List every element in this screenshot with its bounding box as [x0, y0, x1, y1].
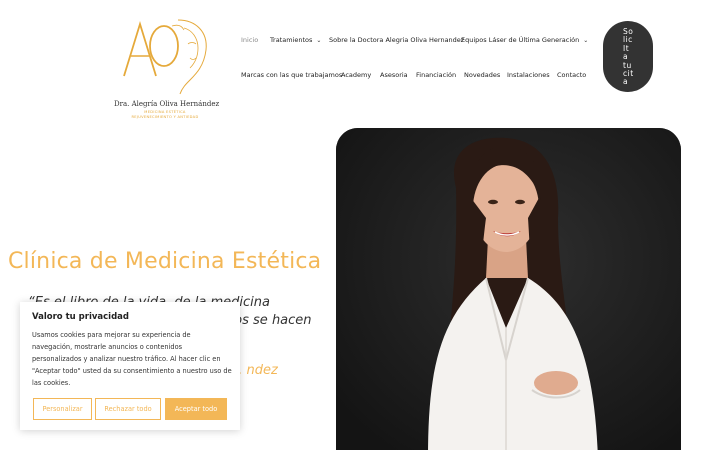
cookie-personalizar-button[interactable]: Personalizar — [33, 398, 92, 420]
cookie-rechazar-button[interactable]: Rechazar todo — [95, 398, 161, 420]
chevron-down-icon: ⌄ — [583, 37, 589, 44]
nav-asesoria[interactable]: Asesoria — [380, 71, 408, 79]
cookie-text: Usamos cookies para mejorar su experienc… — [32, 331, 232, 387]
nav-tratamientos-label: Tratamientos — [270, 36, 313, 44]
nav-equipos-label: Equipos Láser de Última Generación — [461, 36, 580, 44]
nav-equipos-laser[interactable]: Equipos Láser de Última Generación ⌄ — [461, 36, 588, 44]
nav-academy[interactable]: Academy — [341, 71, 371, 79]
logo-name: Dra. Alegría Oliva Hernández — [114, 100, 220, 108]
cookie-consent-dialog: Valoro tu privacidad Usamos cookies para… — [20, 302, 240, 430]
chevron-down-icon: ⌄ — [316, 37, 322, 44]
cookie-title: Valoro tu privacidad — [32, 312, 129, 322]
nav-instalaciones[interactable]: Instalaciones — [507, 71, 550, 79]
nav-sobre-la-doctora[interactable]: Sobre la Doctora Alegria Oliva Hernandez — [329, 36, 464, 44]
nav-marcas[interactable]: Marcas con las que trabajamos — [241, 71, 342, 79]
logo-subtitle: MEDICINA ESTÉTICA REJUVENECIMIENTO Y ANT… — [131, 110, 199, 119]
site-logo[interactable]: Dra. Alegría Oliva Hernández MEDICINA ES… — [112, 14, 220, 119]
solicita-tu-cita-button[interactable]: So lic It a tu cit a — [603, 21, 653, 92]
portrait-illustration — [336, 128, 681, 450]
doctor-portrait-photo — [336, 128, 681, 450]
nav-tratamientos[interactable]: Tratamientos ⌄ — [270, 36, 321, 44]
hero-title: Clínica de Medicina Estética — [8, 249, 322, 274]
nav-financiacion[interactable]: Financiación — [416, 71, 456, 79]
nav-novedades[interactable]: Novedades — [464, 71, 500, 79]
nav-contacto[interactable]: Contacto — [557, 71, 586, 79]
nav-inicio[interactable]: Inicio — [241, 36, 258, 44]
logo-monogram-icon — [123, 19, 207, 95]
cookie-aceptar-button[interactable]: Aceptar todo — [165, 398, 227, 420]
